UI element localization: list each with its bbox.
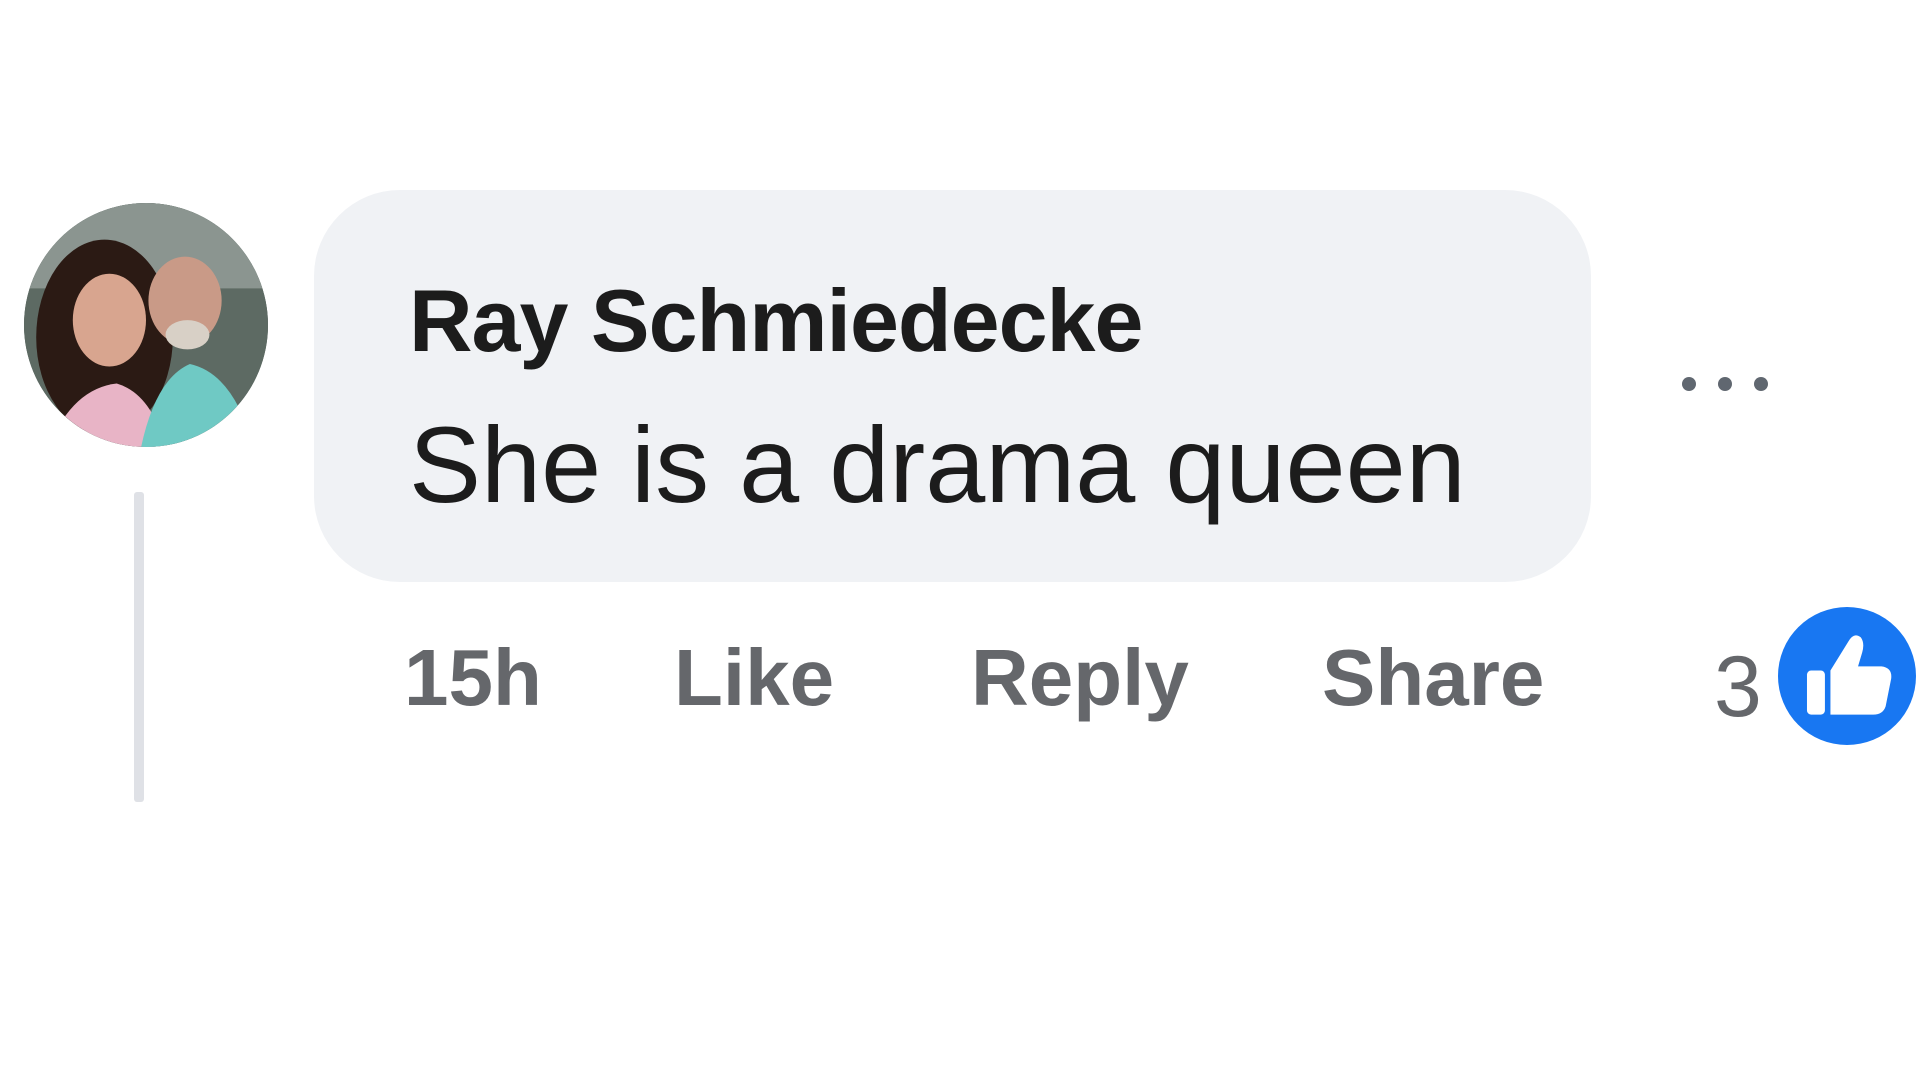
comment-bubble: Ray Schmiedecke She is a drama queen — [314, 190, 1591, 582]
thumbs-up-glyph — [1806, 635, 1892, 715]
comment-text: She is a drama queen — [409, 404, 1466, 525]
like-button[interactable]: Like — [674, 632, 834, 724]
more-dot — [1682, 377, 1696, 391]
comment-timestamp[interactable]: 15h — [404, 632, 542, 724]
more-options-icon[interactable] — [1678, 355, 1788, 415]
share-button[interactable]: Share — [1322, 632, 1544, 724]
comment-author[interactable]: Ray Schmiedecke — [409, 270, 1143, 372]
avatar[interactable] — [24, 203, 268, 447]
thumbs-up-icon[interactable] — [1778, 607, 1916, 745]
reply-button[interactable]: Reply — [971, 632, 1189, 724]
comment-thread: Ray Schmiedecke She is a drama queen 15h… — [0, 0, 1920, 1080]
avatar-photo — [24, 203, 268, 447]
thread-connector-line — [134, 492, 144, 802]
more-dot — [1718, 377, 1732, 391]
reaction-count[interactable]: 3 — [1714, 638, 1762, 737]
more-dot — [1754, 377, 1768, 391]
